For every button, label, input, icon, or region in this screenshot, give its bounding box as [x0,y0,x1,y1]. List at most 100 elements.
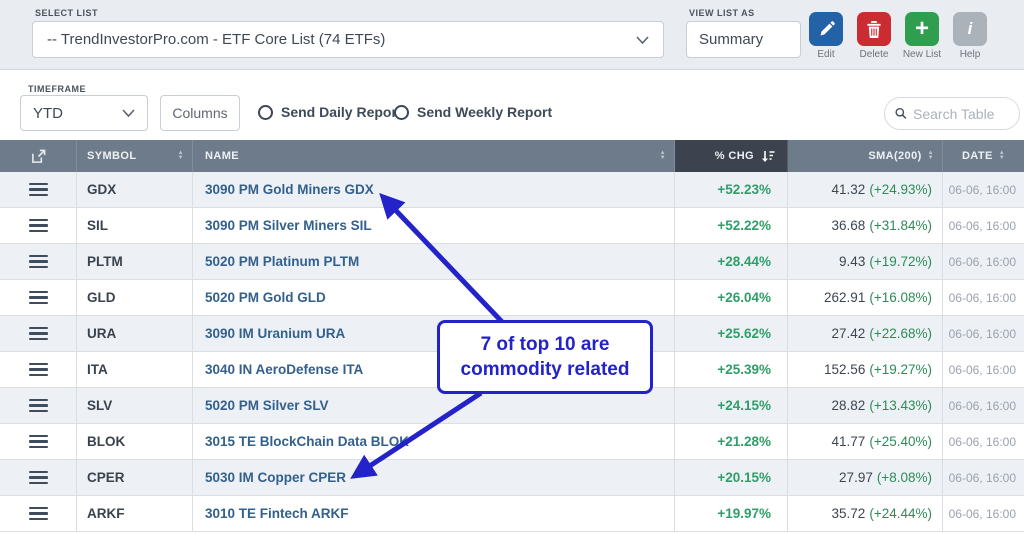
table-row: GDX 3090 PM Gold Miners GDX +52.23% 41.3… [0,172,1024,208]
date-cell: 06-06, 16:00 [943,424,1024,459]
sma-cell: 27.97 (+8.08%) [788,460,943,495]
sma-value: 41.32 [832,182,866,197]
edit-button[interactable] [809,12,843,46]
name-link[interactable]: 5030 IM Copper CPER [193,460,675,495]
name-link[interactable]: 5020 PM Gold GLD [193,280,675,315]
radio-icon [394,105,409,120]
timeframe-dropdown[interactable]: YTD [20,95,148,131]
symbol-cell: SLV [77,388,193,423]
symbol-cell: BLOK [77,424,193,459]
column-header-sma200[interactable]: SMA(200) ▲▼ [788,140,943,172]
date-cell: 06-06, 16:00 [943,388,1024,423]
name-link[interactable]: 3015 TE BlockChain Data BLOK [193,424,675,459]
column-header-symbol[interactable]: SYMBOL ▲▼ [77,140,193,172]
sma-value: 36.68 [832,218,866,233]
sma-value: 152.56 [824,362,865,377]
sma-value: 27.97 [839,470,873,485]
name-link[interactable]: 3090 PM Silver Miners SIL [193,208,675,243]
send-weekly-report-radio[interactable]: Send Weekly Report [394,104,552,120]
search-icon [895,106,907,121]
sma-value: 41.77 [832,434,866,449]
list-select-value: -- TrendInvestorPro.com - ETF Core List … [47,31,385,48]
name-link[interactable]: 5020 PM Platinum PLTM [193,244,675,279]
date-cell: 06-06, 16:00 [943,172,1024,207]
symbol-cell: CPER [77,460,193,495]
delete-button[interactable] [857,12,891,46]
search-table-field[interactable] [884,97,1020,130]
row-menu-button[interactable] [0,280,77,315]
annotation-line1: 7 of top 10 are [481,332,610,357]
send-weekly-report-label: Send Weekly Report [417,104,552,120]
menu-icon [29,507,48,521]
annotation-line2: commodity related [461,357,630,382]
sma-cell: 262.91 (+16.08%) [788,280,943,315]
chevron-down-icon [122,109,135,117]
sma-pct-change: (+19.72%) [869,254,932,269]
row-menu-button[interactable] [0,244,77,279]
sma-cell: 27.42 (+22.68%) [788,316,943,351]
column-header-name[interactable]: NAME ▲▼ [193,140,675,172]
pct-chg-cell: +52.22% [675,208,788,243]
pct-chg-cell: +28.44% [675,244,788,279]
sort-icon: ▲▼ [660,151,666,161]
row-menu-button[interactable] [0,316,77,351]
view-list-as-value: Summary [699,31,763,48]
pct-chg-cell: +52.23% [675,172,788,207]
pct-chg-cell: +25.39% [675,352,788,387]
info-icon: i [968,19,973,39]
sma-pct-change: (+31.84%) [869,218,932,233]
sma-cell: 28.82 (+13.43%) [788,388,943,423]
sma-cell: 35.72 (+24.44%) [788,496,943,531]
name-link[interactable]: 3090 PM Gold Miners GDX [193,172,675,207]
table-row: PLTM 5020 PM Platinum PLTM +28.44% 9.43 … [0,244,1024,280]
date-cell: 06-06, 16:00 [943,316,1024,351]
row-menu-button[interactable] [0,460,77,495]
view-list-as-select[interactable]: Summary [686,21,801,58]
name-link[interactable]: 3010 TE Fintech ARKF [193,496,675,531]
row-menu-button[interactable] [0,352,77,387]
sma-value: 9.43 [839,254,865,269]
symbol-cell: PLTM [77,244,193,279]
sma-value: 35.72 [832,506,866,521]
row-menu-button[interactable] [0,388,77,423]
date-cell: 06-06, 16:00 [943,352,1024,387]
help-button[interactable]: i [953,12,987,46]
delete-button-label: Delete [860,49,889,60]
row-menu-button[interactable] [0,424,77,459]
menu-icon [29,327,48,341]
pct-chg-cell: +25.62% [675,316,788,351]
menu-icon [29,471,48,485]
table-row: CPER 5030 IM Copper CPER +20.15% 27.97 (… [0,460,1024,496]
column-header-date[interactable]: DATE ▲▼ [943,140,1024,172]
pct-chg-cell: +26.04% [675,280,788,315]
radio-icon [258,105,273,120]
table-header-row: SYMBOL ▲▼ NAME ▲▼ % CHG SMA(200) ▲▼ DATE… [0,140,1024,172]
row-menu-button[interactable] [0,496,77,531]
row-menu-button[interactable] [0,172,77,207]
row-menu-button[interactable] [0,208,77,243]
sort-icon: ▲▼ [178,151,184,161]
menu-icon [29,399,48,413]
send-daily-report-radio[interactable]: Send Daily Report [258,104,402,120]
open-chart-column-header[interactable] [0,140,77,172]
columns-button[interactable]: Columns [160,95,240,131]
column-header-pct-chg[interactable]: % CHG [675,140,788,172]
pct-chg-cell: +21.28% [675,424,788,459]
menu-icon [29,183,48,197]
symbol-cell: GDX [77,172,193,207]
sma-pct-change: (+8.08%) [877,470,932,485]
sort-icon: ▲▼ [999,151,1005,161]
sma-pct-change: (+24.44%) [869,506,932,521]
trash-icon [866,21,882,38]
search-input[interactable] [913,106,1009,122]
list-action-buttons: Edit Delete + New List i Help [808,12,988,60]
sort-descending-icon [761,150,775,163]
table-row: ARKF 3010 TE Fintech ARKF +19.97% 35.72 … [0,496,1024,532]
new-list-button[interactable]: + [905,12,939,46]
symbol-cell: GLD [77,280,193,315]
external-link-icon [31,149,46,164]
sma-value: 27.42 [832,326,866,341]
list-select-dropdown[interactable]: -- TrendInvestorPro.com - ETF Core List … [32,21,664,58]
pencil-icon [818,21,835,38]
sma-cell: 9.43 (+19.72%) [788,244,943,279]
